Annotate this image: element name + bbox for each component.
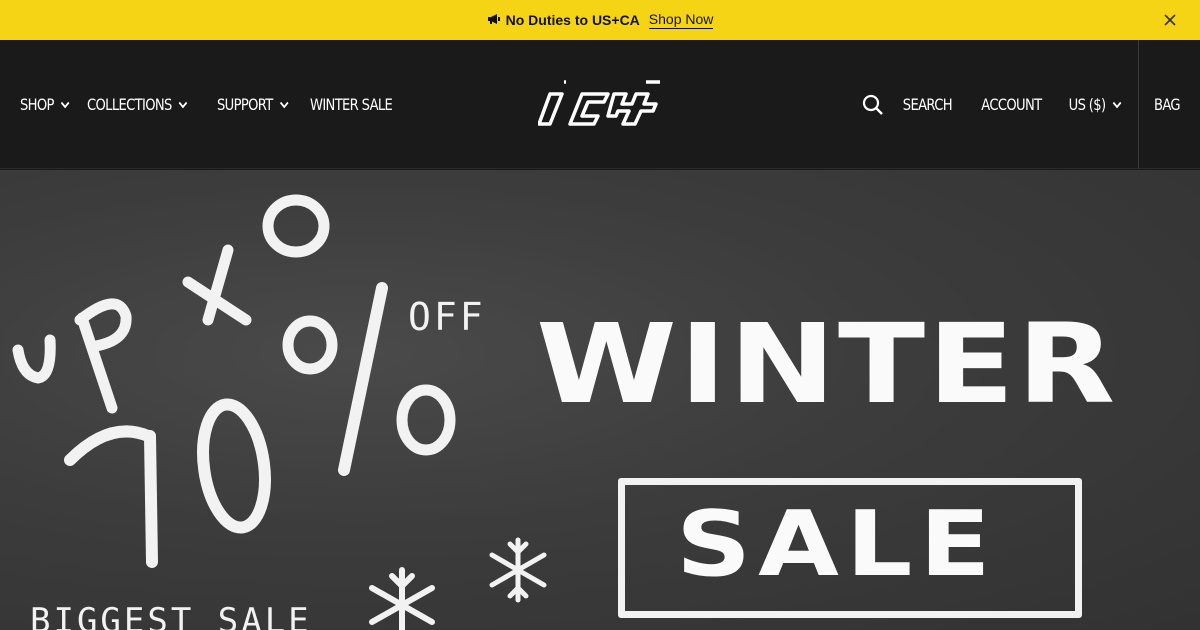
- main-nav: SHOP COLLECTIONS SUPPORT WINTER SALE: [20, 40, 393, 169]
- nav-collections[interactable]: COLLECTIONS: [87, 95, 188, 114]
- nav-shop-label: SHOP: [20, 95, 54, 114]
- nav-support[interactable]: SUPPORT: [217, 95, 289, 114]
- hero-tagline: BIGGEST SALE: [30, 601, 312, 630]
- nav-collections-label: COLLECTIONS: [87, 95, 172, 114]
- announcement-text: No Duties to US+CA: [505, 12, 640, 28]
- search-button[interactable]: SEARCH: [862, 94, 952, 116]
- snowflake-icon: [489, 537, 547, 603]
- nav-shop[interactable]: SHOP: [20, 95, 70, 114]
- hero-title: WINTER: [536, 301, 1118, 429]
- close-icon[interactable]: [1162, 12, 1178, 28]
- chevron-down-icon: [1112, 101, 1122, 108]
- nav-winter-sale[interactable]: WINTER SALE: [310, 95, 393, 114]
- bag-button[interactable]: BAG: [1154, 40, 1186, 169]
- nav-winter-sale-label: WINTER SALE: [310, 95, 393, 114]
- search-label: SEARCH: [902, 95, 953, 114]
- search-icon: [862, 94, 883, 115]
- bag-label: BAG: [1154, 95, 1181, 114]
- hero-sale-text: SALE: [676, 492, 998, 597]
- account-link[interactable]: ACCOUNT: [981, 95, 1042, 114]
- site-header: SHOP COLLECTIONS SUPPORT WINTER SALE SEA…: [0, 40, 1200, 169]
- header-divider: [1138, 40, 1139, 169]
- currency-label: US ($): [1068, 95, 1106, 114]
- announcement-message: No Duties to US+CA Shop Now: [487, 11, 714, 29]
- chevron-down-icon: [61, 101, 70, 108]
- utility-nav: SEARCH ACCOUNT US ($): [862, 40, 1122, 169]
- announcement-bar: No Duties to US+CA Shop Now: [0, 0, 1200, 40]
- brand-logo[interactable]: [537, 80, 662, 130]
- shop-now-link[interactable]: Shop Now: [648, 11, 714, 29]
- chevron-down-icon: [279, 101, 288, 108]
- currency-selector[interactable]: US ($): [1069, 95, 1122, 114]
- chevron-down-icon: [179, 101, 188, 108]
- hero-banner[interactable]: OFF WINTER SALE BIGGEST SALE: [0, 170, 1200, 630]
- hero-off-text: OFF: [408, 295, 486, 339]
- nav-support-label: SUPPORT: [216, 95, 273, 114]
- megaphone-icon: [487, 12, 501, 28]
